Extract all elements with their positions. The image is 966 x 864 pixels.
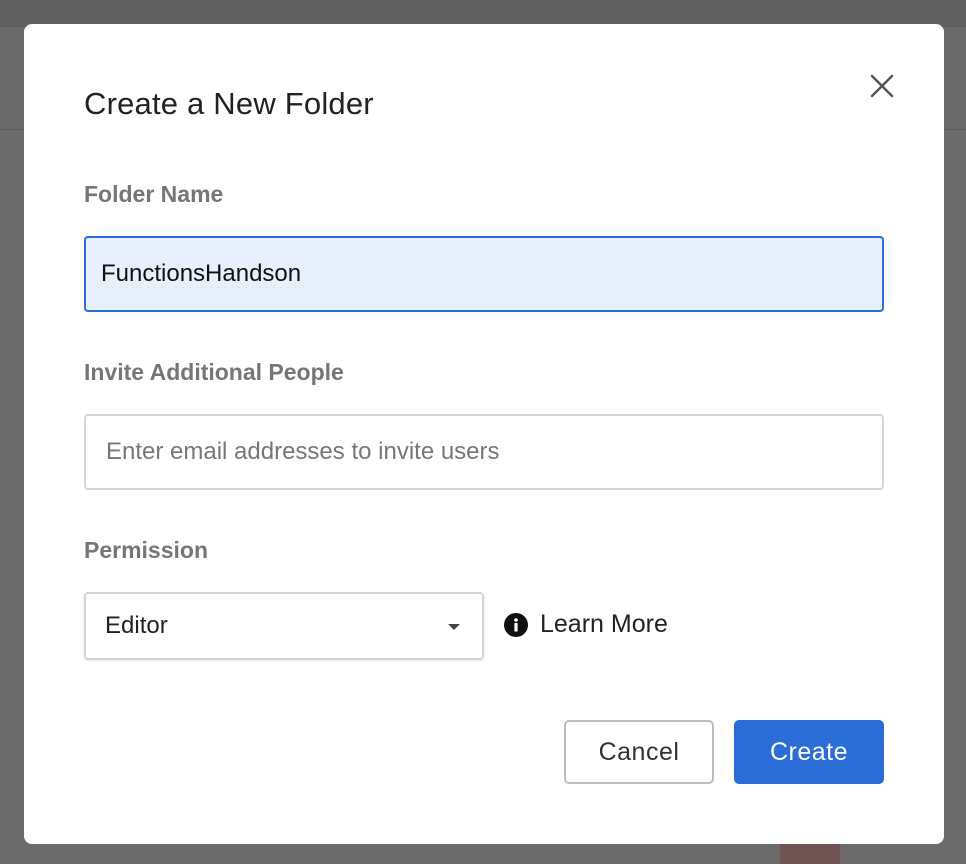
permission-select[interactable]: Editor: [84, 592, 484, 660]
folder-name-label: Folder Name: [84, 181, 224, 207]
info-icon: [504, 612, 528, 637]
create-folder-dialog: Create a New Folder Folder Name Invite A…: [24, 24, 944, 844]
permission-selected-value: Editor: [105, 612, 168, 639]
invite-email-input[interactable]: [84, 414, 884, 490]
invite-people-label: Invite Additional People: [84, 359, 344, 385]
close-button[interactable]: [864, 68, 900, 104]
cancel-button[interactable]: Cancel: [564, 720, 714, 784]
learn-more-label: Learn More: [540, 610, 668, 638]
chevron-down-icon: [448, 624, 460, 630]
create-button[interactable]: Create: [734, 720, 884, 784]
background-topbar: [0, 0, 966, 27]
permission-label: Permission: [84, 537, 208, 563]
folder-name-input[interactable]: [84, 236, 884, 312]
dialog-title: Create a New Folder: [84, 86, 374, 121]
close-icon: [870, 74, 894, 98]
learn-more-link[interactable]: Learn More: [504, 610, 668, 639]
